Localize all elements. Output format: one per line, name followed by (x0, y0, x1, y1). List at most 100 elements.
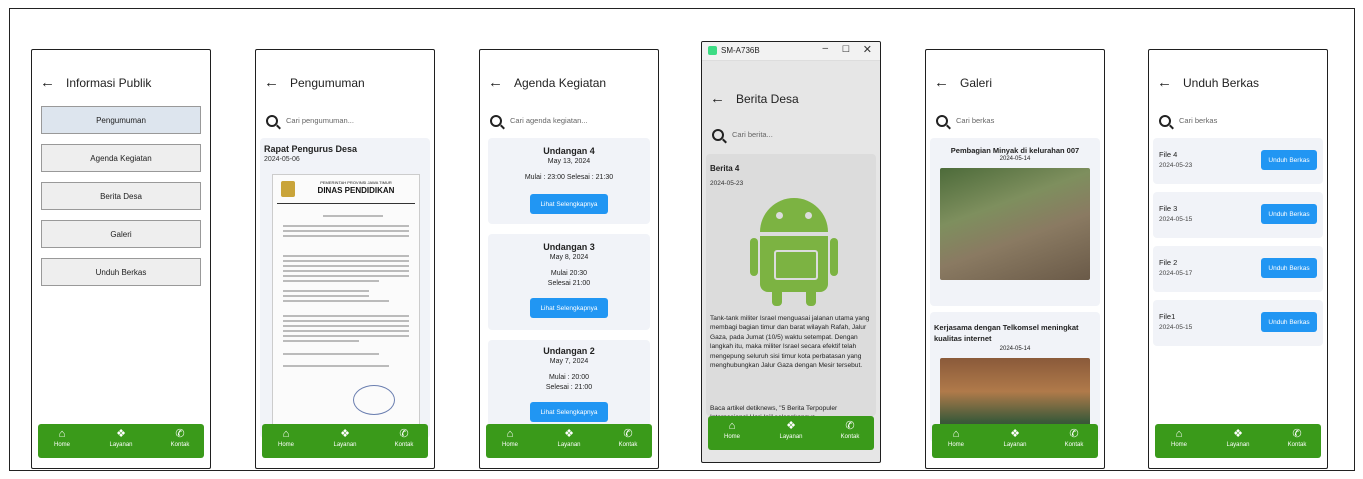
lihat-selengkapnya-button[interactable]: Lihat Selengkapnya (530, 402, 608, 422)
nav-layanan[interactable]: ❖ Layanan (101, 428, 141, 450)
search-bar[interactable]: Cari berkas (1157, 114, 1319, 134)
agenda-card[interactable]: Undangan 2 May 7, 2024 Mulai : 20:00 Sel… (488, 340, 650, 426)
search-placeholder: Cari agenda kegiatan... (510, 116, 588, 125)
back-arrow-icon[interactable]: ← (934, 74, 949, 91)
bottom-nav: ⌂ Home ❖ Layanan ✆ Kontak (262, 424, 428, 458)
nav-home[interactable]: ⌂ Home (1159, 428, 1199, 450)
nav-kontak[interactable]: ✆ Kontak (608, 428, 648, 450)
home-icon: ⌂ (282, 428, 290, 440)
home-icon: ⌂ (952, 428, 960, 440)
unduh-berkas-button[interactable]: Unduh Berkas (1261, 150, 1317, 170)
nav-kontak[interactable]: ✆ Kontak (1277, 428, 1317, 450)
lihat-selengkapnya-button[interactable]: Lihat Selengkapnya (530, 194, 608, 214)
nav-layanan-label: Layanan (557, 442, 581, 448)
nav-kontak-label: Kontak (1064, 442, 1084, 448)
file-card: File 2 2024-05-17 Unduh Berkas (1153, 246, 1323, 292)
nav-layanan[interactable]: ❖ Layanan (549, 428, 589, 450)
announcement-title: Rapat Pengurus Desa (264, 144, 358, 154)
minimize-icon[interactable]: – (822, 43, 828, 54)
nav-kontak-label: Kontak (170, 442, 190, 448)
search-bar[interactable]: Cari berita... (710, 128, 872, 148)
gallery-photo (940, 168, 1090, 280)
nav-home[interactable]: ⌂ Home (490, 428, 530, 450)
back-arrow-icon[interactable]: ← (488, 74, 503, 91)
page-title: Berita Desa (736, 92, 799, 106)
nav-kontak-label: Kontak (840, 434, 860, 440)
agenda-start-time: Mulai : 20:00 (548, 374, 590, 381)
doc-header-1: PEMERINTAH PROVINSI JAWA TIMUR (320, 180, 392, 185)
back-arrow-icon[interactable]: ← (710, 90, 725, 107)
nav-layanan[interactable]: ❖ Layanan (771, 420, 811, 442)
page-title: Agenda Kegiatan (514, 76, 607, 90)
nav-home-label: Home (723, 434, 740, 440)
maximize-icon[interactable]: ☐ (842, 44, 850, 55)
search-placeholder: Cari pengumuman... (286, 116, 354, 125)
back-arrow-icon[interactable]: ← (264, 74, 279, 91)
nav-kontak[interactable]: ✆ Kontak (1054, 428, 1094, 450)
back-arrow-icon[interactable]: ← (40, 74, 55, 91)
menu-berita-button[interactable]: Berita Desa (41, 182, 201, 210)
nav-layanan[interactable]: ❖ Layanan (995, 428, 1035, 450)
nav-home-label: Home (53, 442, 70, 448)
nav-layanan[interactable]: ❖ Layanan (325, 428, 365, 450)
android-robot-icon (750, 198, 838, 308)
bottom-nav: ⌂ Home ❖ Layanan ✆ Kontak (932, 424, 1098, 458)
agenda-card[interactable]: Undangan 3 May 8, 2024 Mulai 20:30 Seles… (488, 234, 650, 330)
nav-kontak-label: Kontak (394, 442, 414, 448)
nav-home[interactable]: ⌂ Home (936, 428, 976, 450)
window-title: SM-A736B (721, 46, 760, 55)
phone-icon: ✆ (623, 428, 633, 440)
gallery-card[interactable]: Kerjasama dengan Telkomsel meningkat kua… (930, 312, 1100, 442)
phone-informasi-publik: ← Informasi Publik Pengumuman Agenda Keg… (31, 49, 211, 469)
close-icon[interactable]: ✕ (863, 43, 872, 56)
nav-kontak[interactable]: ✆ Kontak (160, 428, 200, 450)
agenda-card[interactable]: Undangan 4 May 13, 2024 Mulai : 23:00 Se… (488, 138, 650, 224)
home-icon: ⌂ (58, 428, 66, 440)
cube-icon: ❖ (340, 428, 350, 440)
file-date: 2024-05-15 (1159, 324, 1193, 331)
nav-layanan[interactable]: ❖ Layanan (1218, 428, 1258, 450)
agenda-title: Undangan 4 (543, 146, 595, 156)
search-bar[interactable]: Cari pengumuman... (264, 114, 426, 134)
unduh-berkas-button[interactable]: Unduh Berkas (1261, 258, 1317, 278)
nav-home-label: Home (947, 442, 964, 448)
page-title: Informasi Publik (66, 76, 152, 90)
search-bar[interactable]: Cari agenda kegiatan... (488, 114, 650, 134)
search-placeholder: Cari berkas (1179, 116, 1218, 125)
search-icon (936, 115, 948, 127)
menu-pengumuman-button[interactable]: Pengumuman (41, 106, 201, 134)
file-name: File 2 (1159, 258, 1178, 267)
file-date: 2024-05-15 (1159, 216, 1193, 223)
phone-berita: SM-A736B – ☐ ✕ ← Berita Desa Cari berita… (701, 41, 881, 463)
nav-home-label: Home (501, 442, 518, 448)
menu-unduh-button[interactable]: Unduh Berkas (41, 258, 201, 286)
agenda-end-time: Selesai 21:00 (547, 280, 591, 287)
file-date: 2024-05-23 (1159, 162, 1193, 169)
search-bar[interactable]: Cari berkas (934, 114, 1096, 134)
search-icon (1159, 115, 1171, 127)
news-title: Berita 4 (710, 164, 740, 173)
nav-home[interactable]: ⌂ Home (266, 428, 306, 450)
nav-home-label: Home (1170, 442, 1187, 448)
gallery-card[interactable]: Pembagian Minyak di kelurahan 007 2024-0… (930, 138, 1100, 306)
unduh-berkas-button[interactable]: Unduh Berkas (1261, 204, 1317, 224)
search-placeholder: Cari berita... (732, 130, 773, 139)
agenda-date: May 7, 2024 (549, 358, 589, 365)
menu-galeri-button[interactable]: Galeri (41, 220, 201, 248)
screenshot-frame: ← Informasi Publik Pengumuman Agenda Keg… (9, 8, 1355, 471)
nav-home[interactable]: ⌂ Home (42, 428, 82, 450)
unduh-berkas-button[interactable]: Unduh Berkas (1261, 312, 1317, 332)
menu-agenda-button[interactable]: Agenda Kegiatan (41, 144, 201, 172)
nav-kontak[interactable]: ✆ Kontak (830, 420, 870, 442)
doc-header-2: DINAS PENDIDIKAN (317, 186, 395, 195)
news-card[interactable]: Berita 4 2024-05-23 Tank-tank militer Is… (706, 154, 876, 416)
nav-kontak[interactable]: ✆ Kontak (384, 428, 424, 450)
lihat-selengkapnya-button[interactable]: Lihat Selengkapnya (530, 298, 608, 318)
back-arrow-icon[interactable]: ← (1157, 74, 1172, 91)
gallery-date: 2024-05-14 (999, 346, 1031, 352)
file-name: File1 (1159, 312, 1176, 321)
emulator-titlebar: SM-A736B – ☐ ✕ (702, 42, 880, 61)
nav-home[interactable]: ⌂ Home (712, 420, 752, 442)
nav-layanan-label: Layanan (779, 434, 803, 440)
app-bar: ← Informasi Publik (32, 50, 210, 112)
